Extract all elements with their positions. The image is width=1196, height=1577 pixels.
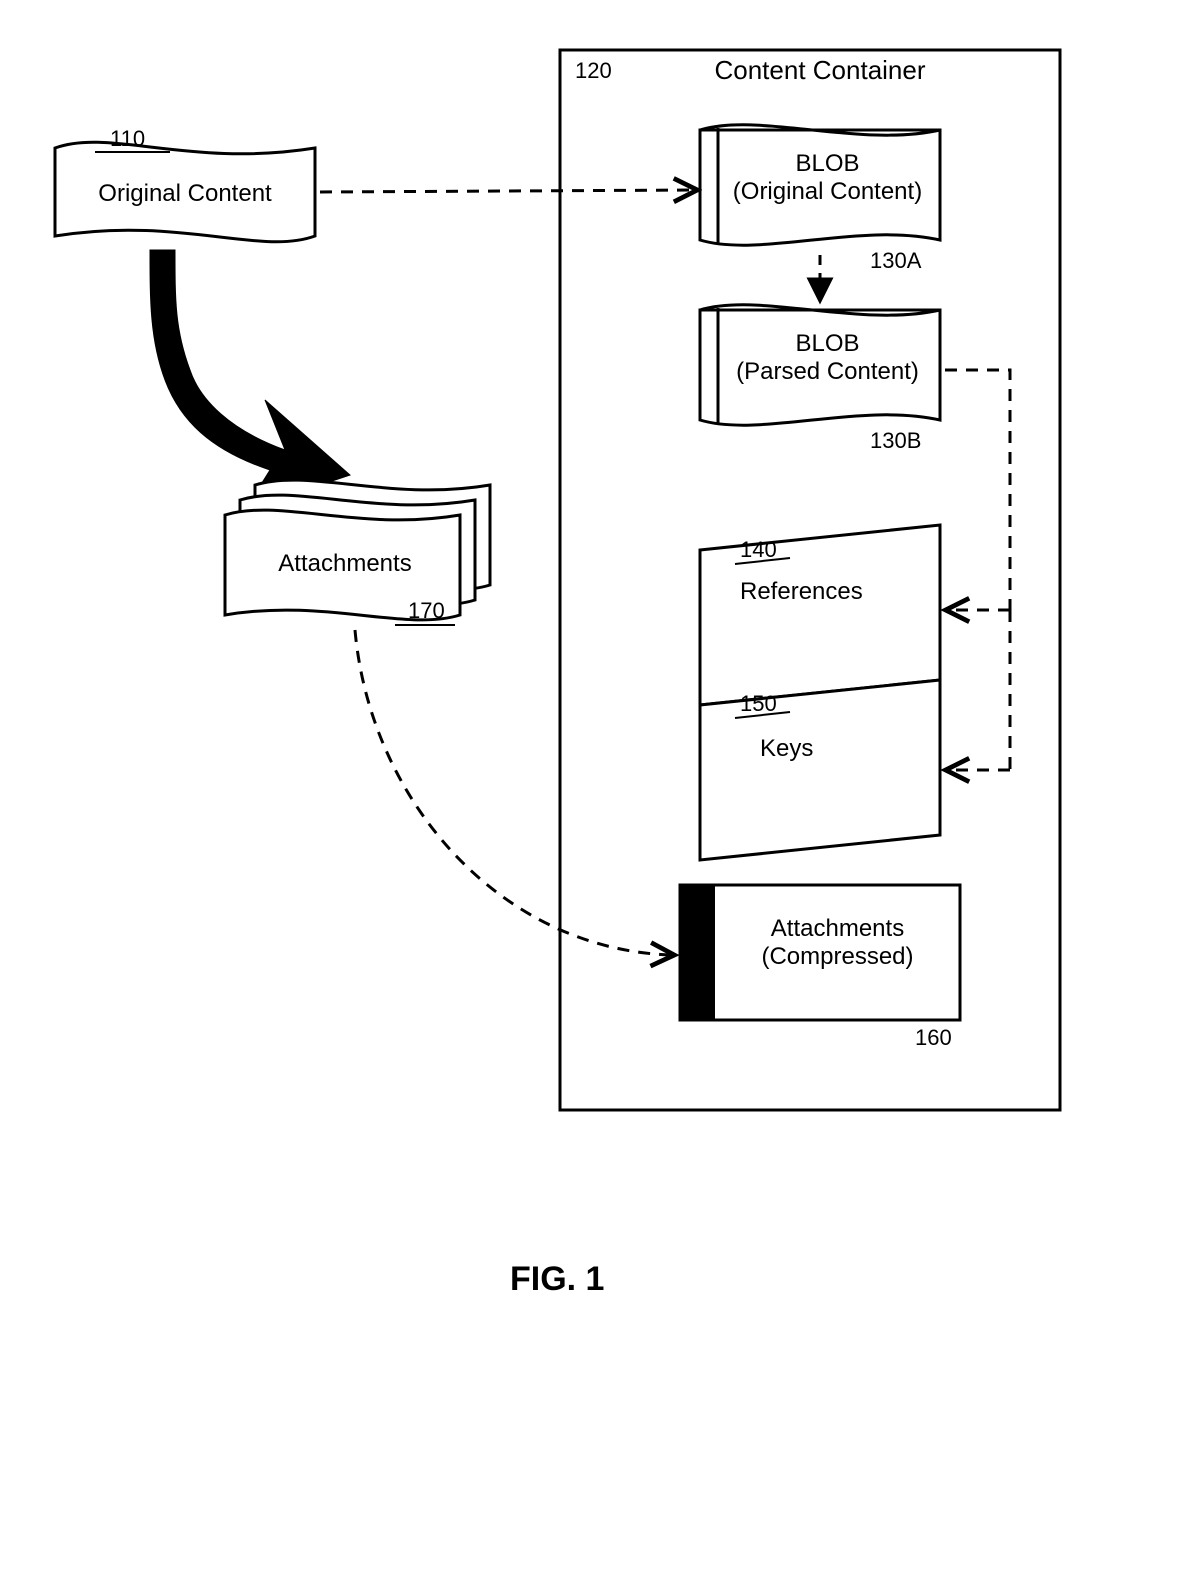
container-ref: 120: [575, 58, 612, 84]
references-ref: 140: [740, 537, 777, 563]
diagram-stage: 120 Content Container 110 Original Conte…: [0, 0, 1196, 1577]
attachments-ref: 170: [408, 598, 445, 624]
original-content-ref: 110: [110, 126, 145, 152]
attachments-compressed-line1: Attachments: [771, 915, 904, 942]
blob-parsed: BLOB (Parsed Content): [720, 330, 935, 385]
attachments-label: Attachments: [250, 550, 440, 578]
blob-original-ref: 130A: [870, 248, 921, 274]
attachments-compressed: Attachments (Compressed): [725, 915, 950, 970]
blob-parsed-line2: (Parsed Content): [736, 358, 919, 385]
figure-caption: FIG. 1: [510, 1260, 604, 1299]
blob-original-line1: BLOB: [795, 150, 859, 177]
attachments-compressed-ref: 160: [915, 1025, 952, 1051]
keys-ref: 150: [740, 691, 777, 717]
blob-parsed-ref: 130B: [870, 428, 921, 454]
attachments-compressed-line2: (Compressed): [761, 943, 913, 970]
original-content-label: Original Content: [70, 180, 300, 208]
blob-original: BLOB (Original Content): [720, 150, 935, 205]
container-title: Content Container: [690, 56, 950, 86]
references-label: References: [740, 578, 920, 606]
keys-label: Keys: [760, 735, 900, 763]
blob-parsed-line1: BLOB: [795, 330, 859, 357]
blob-original-line2: (Original Content): [733, 178, 922, 205]
